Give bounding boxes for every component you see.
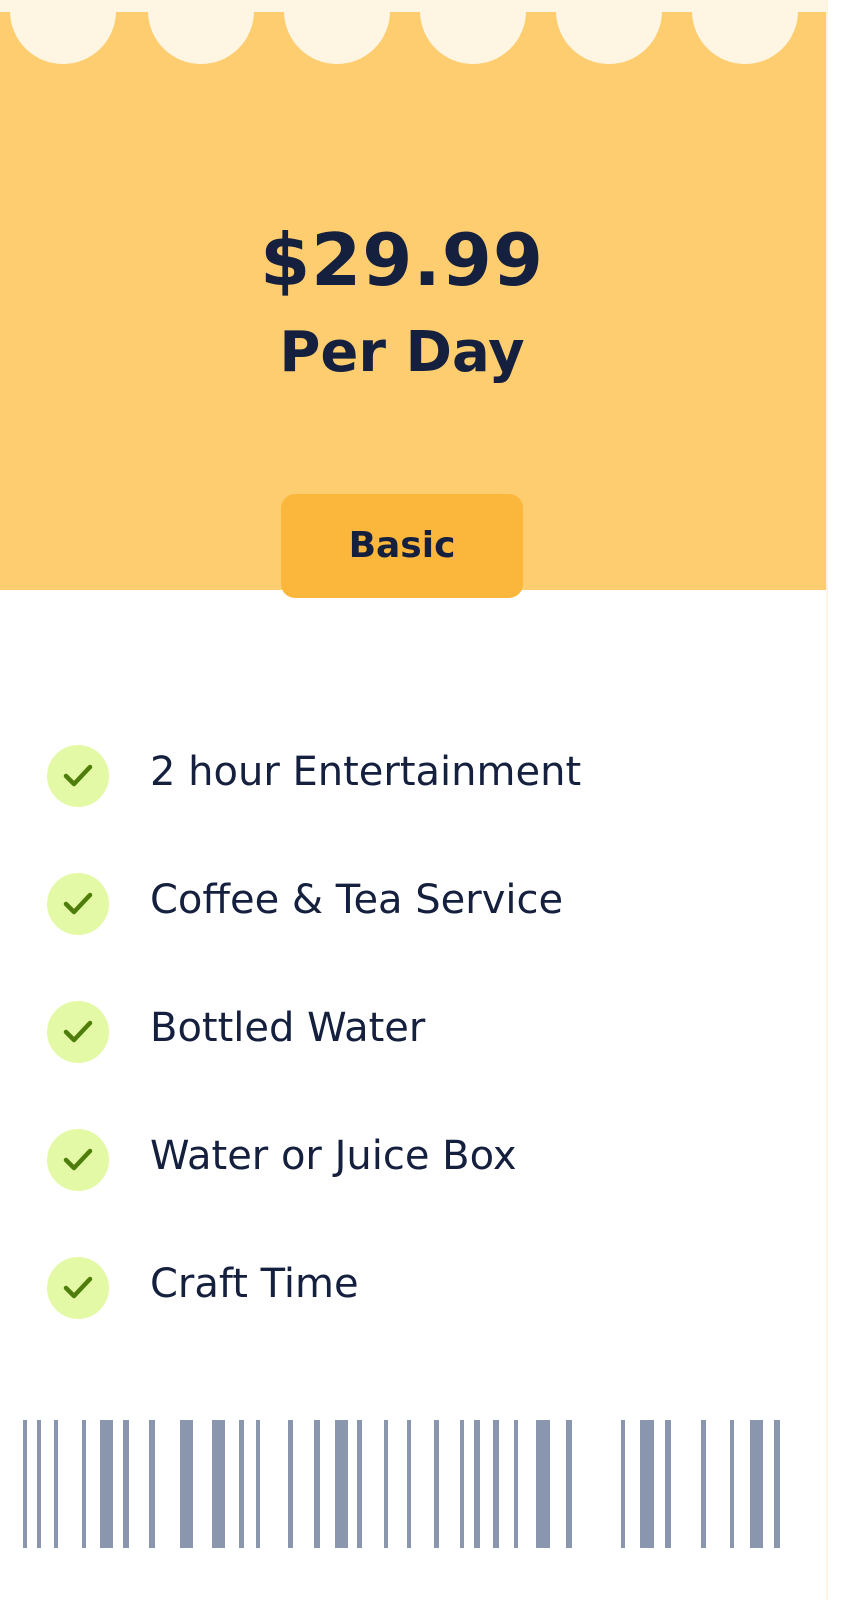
feature-label: 2 hour Entertainment [150, 749, 582, 795]
scallop-decoration [420, 12, 526, 64]
scallop-decoration [692, 12, 798, 64]
feature-item: Craft Time [0, 1257, 826, 1387]
price-period: Per Day [279, 320, 525, 385]
top-strip [0, 0, 843, 12]
check-icon [47, 1257, 109, 1319]
check-icon [47, 745, 109, 807]
feature-label: Craft Time [150, 1261, 359, 1307]
pricing-card: $29.99 Per Day Basic 2 hour Entertainmen… [0, 12, 826, 1600]
check-icon [47, 1129, 109, 1191]
scallop-decoration [10, 12, 116, 64]
scallop-decoration [148, 12, 254, 64]
feature-item: Bottled Water [0, 1001, 826, 1131]
feature-item: Water or Juice Box [0, 1129, 826, 1259]
scallop-decoration [556, 12, 662, 64]
pricing-page: $29.99 Per Day Basic 2 hour Entertainmen… [0, 0, 843, 1600]
plan-button[interactable]: Basic [281, 494, 523, 598]
feature-label: Water or Juice Box [150, 1133, 517, 1179]
feature-item: Coffee & Tea Service [0, 873, 826, 1003]
scallop-decoration [284, 12, 390, 64]
feature-list: 2 hour Entertainment Coffee & Tea Servic… [0, 745, 826, 1387]
check-icon [47, 873, 109, 935]
check-icon [47, 1001, 109, 1063]
price: $29.99 [260, 218, 544, 302]
feature-item: 2 hour Entertainment [0, 745, 826, 875]
barcode-graphic [23, 1420, 780, 1548]
feature-label: Bottled Water [150, 1005, 426, 1051]
feature-label: Coffee & Tea Service [150, 877, 564, 923]
card-edge [826, 0, 843, 1600]
